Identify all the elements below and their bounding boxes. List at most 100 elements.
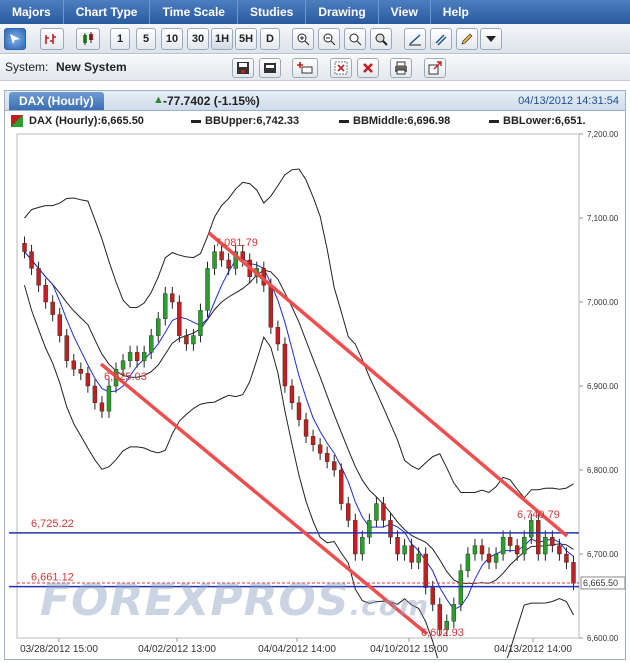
y-tick-label: 6,900.00 bbox=[587, 382, 619, 391]
quote-datetime: 04/13/2012 14:31:54 bbox=[518, 95, 619, 107]
y-tick-label: 7,100.00 bbox=[587, 214, 619, 223]
x-tick-label: 04/13/2012 14:00 bbox=[494, 644, 572, 655]
candle bbox=[557, 545, 562, 555]
menu-chart-type[interactable]: Chart Type bbox=[64, 0, 151, 24]
panel-header: DAX (Hourly) ▲ -77.7402 (-1.15%) 04/13/2… bbox=[5, 91, 625, 111]
candle bbox=[191, 335, 196, 345]
candle bbox=[381, 503, 386, 521]
candle bbox=[430, 587, 435, 605]
period-1h-button[interactable]: 1H bbox=[211, 28, 233, 50]
popout-icon[interactable] bbox=[424, 58, 446, 78]
period-10-button[interactable]: 10 bbox=[161, 28, 183, 50]
candle bbox=[339, 469, 344, 504]
zoom-reset-icon[interactable] bbox=[344, 28, 366, 50]
zoom-in-icon[interactable] bbox=[292, 28, 314, 50]
system-value[interactable]: New System bbox=[56, 60, 127, 74]
x-tick-label: 03/28/2012 15:00 bbox=[20, 644, 98, 655]
forexpros-logo: FOREXPROS.com bbox=[40, 575, 430, 626]
candle bbox=[514, 545, 520, 555]
candle bbox=[522, 537, 527, 555]
candle bbox=[120, 360, 126, 370]
candle bbox=[57, 314, 62, 336]
x-tick-label: 04/02/2012 13:00 bbox=[138, 644, 216, 655]
candle bbox=[543, 537, 548, 555]
candle bbox=[416, 553, 421, 563]
period-d-button[interactable]: D bbox=[260, 28, 280, 50]
zoom-select-icon[interactable] bbox=[370, 28, 392, 50]
candle bbox=[170, 293, 175, 303]
chart-tab[interactable]: DAX (Hourly) bbox=[9, 92, 104, 110]
candle bbox=[212, 251, 217, 269]
draw-pencil-icon[interactable] bbox=[456, 28, 478, 50]
menu-help[interactable]: Help bbox=[431, 0, 481, 24]
period-5-button[interactable]: 5 bbox=[136, 28, 156, 50]
candle bbox=[268, 284, 274, 328]
y-tick-label: 6,700.00 bbox=[587, 550, 619, 559]
candle bbox=[149, 335, 154, 353]
candle bbox=[550, 537, 555, 546]
legend-main: DAX (Hourly):6,665.50 bbox=[29, 115, 144, 127]
annotation-label: 6,925.03 bbox=[104, 371, 147, 383]
candle bbox=[493, 553, 499, 563]
bar-chart-icon[interactable] bbox=[40, 28, 64, 50]
candle bbox=[310, 436, 316, 445]
candle bbox=[289, 385, 295, 403]
candle bbox=[177, 301, 182, 336]
pointer-icon[interactable] bbox=[4, 28, 26, 50]
candle bbox=[106, 385, 112, 412]
candle bbox=[529, 520, 534, 538]
legend-line-icon bbox=[339, 120, 349, 123]
candlestick-icon[interactable] bbox=[76, 28, 100, 50]
channel-icon[interactable] bbox=[430, 28, 452, 50]
period-30-button[interactable]: 30 bbox=[187, 28, 209, 50]
candle bbox=[50, 301, 55, 315]
candle bbox=[29, 251, 34, 269]
menu-studies[interactable]: Studies bbox=[238, 0, 307, 24]
menu-drawing[interactable]: Drawing bbox=[306, 0, 379, 24]
print-icon[interactable] bbox=[390, 58, 412, 78]
y-tick-label: 7,200.00 bbox=[587, 130, 619, 139]
candle bbox=[571, 562, 576, 584]
save-icon[interactable] bbox=[232, 58, 254, 78]
menu-bar: Majors Chart Type Time Scale Studies Dra… bbox=[0, 0, 630, 24]
candle bbox=[85, 373, 91, 387]
candle bbox=[458, 570, 464, 605]
trendline-icon[interactable] bbox=[404, 28, 426, 50]
series-color-icon bbox=[11, 115, 23, 127]
candle bbox=[92, 385, 98, 403]
candle bbox=[43, 284, 48, 303]
period-1-button[interactable]: 1 bbox=[110, 28, 130, 50]
x-tick-label: 04/04/2012 14:00 bbox=[258, 644, 336, 655]
toolbar: 1 5 10 30 1H 5H D bbox=[0, 24, 630, 54]
candle bbox=[374, 503, 379, 521]
channel-upper-line bbox=[207, 231, 569, 538]
close-icon[interactable] bbox=[357, 58, 379, 78]
menu-majors[interactable]: Majors bbox=[0, 0, 64, 24]
system-label: System: bbox=[5, 60, 49, 74]
add-indicator-icon[interactable] bbox=[292, 58, 318, 78]
annotation-label: 7,081.79 bbox=[215, 237, 258, 249]
chevron-down-icon[interactable] bbox=[480, 28, 502, 50]
candle bbox=[402, 545, 407, 555]
candle bbox=[205, 268, 210, 311]
candle bbox=[472, 545, 478, 555]
period-5h-button[interactable]: 5H bbox=[235, 28, 257, 50]
candle bbox=[346, 503, 351, 521]
annotation-label: 6,602.93 bbox=[421, 627, 464, 639]
legend-bb-upper: BBUpper:6,742.33 bbox=[205, 115, 300, 127]
candle bbox=[331, 461, 337, 471]
zoom-out-icon[interactable] bbox=[318, 28, 340, 50]
remove-drawing-icon[interactable] bbox=[330, 58, 352, 78]
candle bbox=[296, 402, 302, 420]
candle bbox=[99, 402, 105, 412]
open-icon[interactable] bbox=[259, 58, 281, 78]
menu-view[interactable]: View bbox=[379, 0, 431, 24]
candle bbox=[36, 268, 41, 286]
legend-bb-middle: BBMiddle:6,696.98 bbox=[353, 115, 451, 127]
candle bbox=[226, 259, 231, 269]
candle bbox=[303, 419, 309, 437]
price-change: -77.7402 (-1.15%) bbox=[163, 94, 260, 108]
candle bbox=[564, 553, 569, 563]
menu-time-scale[interactable]: Time Scale bbox=[150, 0, 238, 24]
candle bbox=[360, 537, 365, 555]
